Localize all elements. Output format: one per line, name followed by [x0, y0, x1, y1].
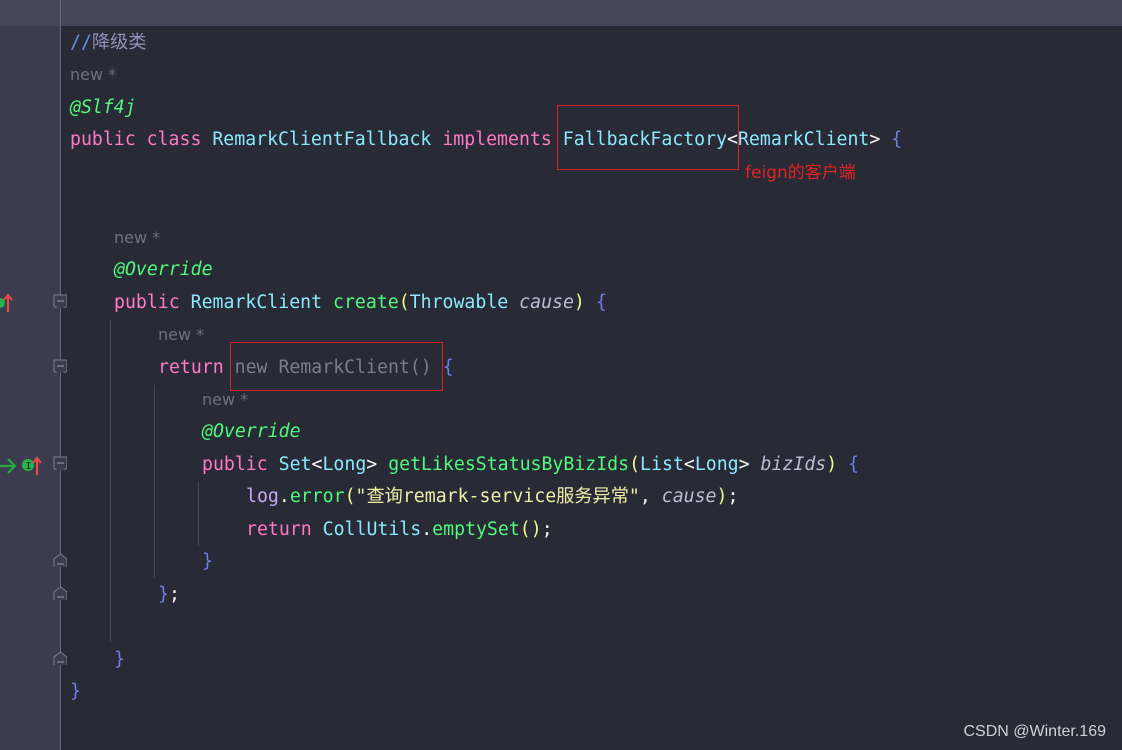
code-token: ) — [716, 486, 728, 508]
code-token: ( — [398, 291, 410, 313]
code-token: getLikesStatusByBizIds — [388, 453, 630, 475]
code-line[interactable]: @Override — [114, 254, 213, 286]
fold-collapse-icon[interactable] — [53, 456, 67, 470]
indent-guide — [198, 482, 199, 546]
code-token: { — [837, 453, 860, 475]
code-line[interactable]: @Override — [202, 416, 301, 448]
code-line[interactable]: new * — [158, 319, 204, 351]
indent-guide — [154, 385, 155, 578]
code-token: @Override — [114, 259, 213, 281]
editor-tab-bar — [0, 0, 1122, 26]
code-token: implements — [442, 129, 563, 151]
code-token: error — [289, 486, 345, 508]
code-line[interactable]: } — [114, 644, 125, 676]
code-token: RemarkClientFallback — [212, 129, 443, 151]
code-line[interactable]: new * — [70, 59, 116, 91]
code-token: ( — [629, 453, 641, 475]
code-token: ( — [344, 486, 356, 508]
code-token: < — [311, 453, 323, 475]
svg-text:I: I — [26, 461, 32, 472]
code-token: } — [114, 648, 125, 670]
code-token: > — [869, 129, 892, 151]
gutter-divider — [60, 0, 61, 750]
annotation-label: feign的客户端 — [745, 163, 856, 183]
code-line[interactable]: //降级类 — [70, 27, 146, 59]
code-token: public class — [70, 129, 213, 151]
code-token: public — [202, 453, 279, 475]
code-token: Set — [278, 453, 312, 475]
code-token: ) — [573, 291, 585, 313]
fold-end-icon[interactable] — [53, 553, 67, 568]
code-token: Long — [322, 453, 367, 475]
fold-end-icon[interactable] — [53, 586, 67, 600]
code-token: , — [639, 486, 662, 508]
code-line[interactable]: public class RemarkClientFallback implem… — [70, 124, 902, 156]
code-line[interactable]: }; — [158, 579, 180, 611]
code-token: RemarkClient — [190, 291, 334, 313]
editor-gutter — [0, 26, 61, 750]
code-token: < — [683, 453, 695, 475]
code-token: } — [70, 681, 81, 702]
code-token: RemarkClient — [737, 129, 870, 151]
code-token: return — [246, 518, 323, 540]
code-token: ; — [727, 486, 739, 508]
fold-collapse-icon[interactable] — [53, 359, 67, 373]
indent-guide — [110, 320, 111, 642]
code-token: // — [70, 32, 92, 53]
code-token: log — [246, 486, 279, 508]
code-token: > — [738, 453, 761, 475]
code-token: . — [421, 518, 433, 540]
code-line[interactable]: public Set<Long> getLikesStatusByBizIds(… — [202, 449, 859, 481]
code-line[interactable]: return CollUtils.emptySet(); — [246, 514, 553, 546]
code-token: @Override — [202, 421, 301, 443]
fold-collapse-icon[interactable] — [53, 294, 67, 308]
code-line[interactable]: public RemarkClient create(Throwable cau… — [114, 287, 607, 319]
code-token: () — [519, 518, 542, 540]
code-token: emptySet — [432, 518, 520, 540]
author-hint[interactable]: new * — [70, 65, 116, 84]
code-token: ) — [826, 453, 838, 475]
code-token: 降级类 — [91, 32, 147, 53]
code-line[interactable]: } — [202, 546, 213, 578]
code-token: @Slf4j — [70, 96, 136, 118]
implements-method-icon[interactable]: I — [20, 455, 42, 477]
code-token: ; — [168, 583, 180, 605]
fold-end-icon[interactable] — [53, 650, 67, 665]
author-hint[interactable]: new * — [114, 228, 160, 247]
code-token: create — [333, 291, 399, 313]
code-token: bizIds — [760, 453, 827, 475]
code-line[interactable]: } — [70, 676, 81, 708]
code-token: CollUtils — [322, 518, 422, 540]
code-token: } — [158, 583, 169, 605]
author-hint[interactable]: new * — [158, 325, 204, 344]
code-line[interactable]: log.error("查询remark-service服务异常", cause)… — [246, 481, 738, 513]
code-line[interactable]: new * — [114, 222, 160, 254]
code-token: { — [584, 291, 607, 313]
code-token: } — [202, 551, 213, 573]
highlight-box-fallbackfactory — [557, 105, 739, 170]
overrides-method-icon[interactable] — [0, 292, 14, 314]
code-token: public — [114, 291, 191, 313]
author-hint[interactable]: new * — [202, 390, 248, 409]
code-token: "查询remark-service服务异常" — [355, 486, 640, 508]
code-line[interactable]: @Slf4j — [70, 92, 136, 124]
code-token: return — [158, 356, 235, 378]
code-token: { — [442, 356, 454, 378]
code-token: cause — [661, 486, 717, 508]
code-token: . — [278, 486, 290, 508]
code-token: cause — [519, 291, 574, 313]
highlight-box-new-remarkclient — [230, 342, 443, 391]
code-token: > — [366, 453, 389, 475]
run-arrow-icon[interactable] — [0, 455, 18, 477]
watermark: CSDN @Winter.169 — [963, 723, 1106, 740]
code-token: Long — [694, 453, 739, 475]
code-token: Throwable — [409, 291, 520, 313]
code-token: ; — [541, 518, 553, 540]
code-token: List — [640, 453, 684, 475]
code-token: { — [891, 129, 903, 151]
